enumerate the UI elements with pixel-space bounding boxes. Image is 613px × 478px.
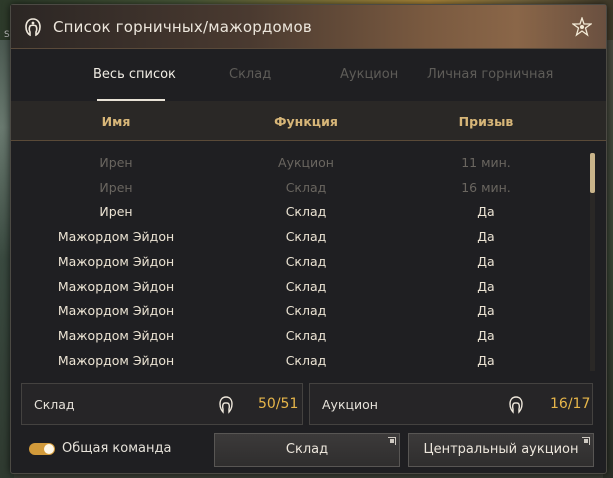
maid-head-icon	[219, 396, 233, 414]
central-auction-button[interactable]: Центральный аукцион	[408, 433, 594, 467]
row-name: Мажордом Эйдон	[57, 253, 175, 269]
tab-storage[interactable]: Склад	[229, 67, 271, 82]
row-name: Мажордом Эйдон	[57, 229, 175, 245]
row-summon: Да	[477, 327, 495, 343]
storage-button[interactable]: Склад	[214, 433, 400, 467]
row-summon: Да	[477, 278, 495, 294]
storage-summary-value: 50/51	[258, 396, 299, 412]
auction-summary: Аукцион 16/17	[309, 383, 593, 425]
storage-summary: Склад 50/51	[21, 383, 303, 425]
maid-list: Ирен Аукцион 11 мин. Ирен Склад 16 мин. Ирен Ск…	[11, 142, 606, 372]
table-row[interactable]: Мажордом Эйдон Склад Да	[11, 297, 591, 322]
table-row[interactable]: Мажордом Эйдон Склад Да	[11, 273, 591, 298]
row-name: Мажордом Эйдон	[57, 303, 175, 319]
table-row[interactable]: Мажордом Эйдон Склад Да	[11, 223, 591, 248]
storage-button-label: Склад	[285, 442, 329, 457]
ornamental-close-icon[interactable]	[572, 17, 592, 37]
row-summon: Да	[477, 204, 495, 220]
shared-command-label: Общая команда	[62, 441, 172, 456]
header-name: Имя	[101, 114, 131, 129]
row-name: Ирен	[99, 155, 133, 170]
tab-auction[interactable]: Аукцион	[340, 67, 398, 82]
row-summon: 11 мин.	[461, 155, 511, 170]
window-titlebar[interactable]: Список горничных/мажордомов	[11, 5, 606, 49]
auction-summary-label: Аукцион	[322, 397, 378, 412]
row-summon: Да	[477, 229, 495, 245]
storage-summary-label: Склад	[34, 397, 75, 412]
table-row[interactable]: Ирен Склад 16 мин.	[11, 174, 591, 199]
table-row[interactable]: Мажордом Эйдон Склад Да	[11, 248, 591, 273]
row-name: Мажордом Эйдон	[57, 278, 175, 294]
row-function: Склад	[285, 278, 327, 294]
table-row[interactable]: Мажордом Эйдон Склад Да	[11, 347, 591, 372]
header-summon: Призыв	[458, 114, 514, 129]
row-function: Склад	[285, 327, 327, 343]
row-name: Ирен	[99, 179, 133, 195]
row-name: Мажордом Эйдон	[57, 352, 175, 368]
expand-corner-icon	[582, 437, 590, 445]
row-function: Склад	[285, 229, 327, 245]
table-header: Имя Функция Призыв	[11, 101, 606, 141]
auction-summary-value: 16/17	[550, 396, 591, 412]
row-summon: Да	[477, 253, 495, 269]
backdrop-edge-text: S	[4, 30, 10, 40]
toggle-knob	[44, 444, 54, 454]
table-row[interactable]: Мажордом Эйдон Склад Да	[11, 322, 591, 347]
row-function: Аукцион	[278, 155, 334, 170]
scrollbar-thumb[interactable]	[590, 153, 595, 193]
shared-command-toggle[interactable]	[29, 443, 55, 455]
header-function: Функция	[274, 114, 338, 129]
maid-head-icon	[25, 18, 41, 37]
row-function: Склад	[285, 204, 327, 220]
table-row[interactable]: Ирен Аукцион 11 мин.	[11, 149, 591, 174]
tab-bar: Весь список Склад Аукцион Личная горничн…	[11, 49, 606, 101]
row-function: Склад	[285, 253, 327, 269]
maid-head-icon	[509, 396, 523, 414]
expand-corner-icon	[388, 437, 396, 445]
row-name: Ирен	[99, 204, 133, 220]
row-summon: Да	[477, 352, 495, 368]
table-row[interactable]: Ирен Склад Да	[11, 198, 591, 223]
tab-personal-maid[interactable]: Личная горничная	[427, 67, 553, 82]
row-function: Склад	[285, 352, 327, 368]
row-name: Мажордом Эйдон	[57, 327, 175, 343]
tab-all-list[interactable]: Весь список	[93, 67, 176, 82]
row-function: Склад	[285, 303, 327, 319]
row-summon: 16 мин.	[461, 179, 511, 195]
maid-list-window: Список горничных/мажордомов Весь список …	[10, 4, 607, 474]
row-summon: Да	[477, 303, 495, 319]
row-function: Склад	[285, 179, 327, 195]
central-auction-button-label: Центральный аукцион	[423, 442, 579, 457]
window-title: Список горничных/мажордомов	[53, 18, 312, 36]
